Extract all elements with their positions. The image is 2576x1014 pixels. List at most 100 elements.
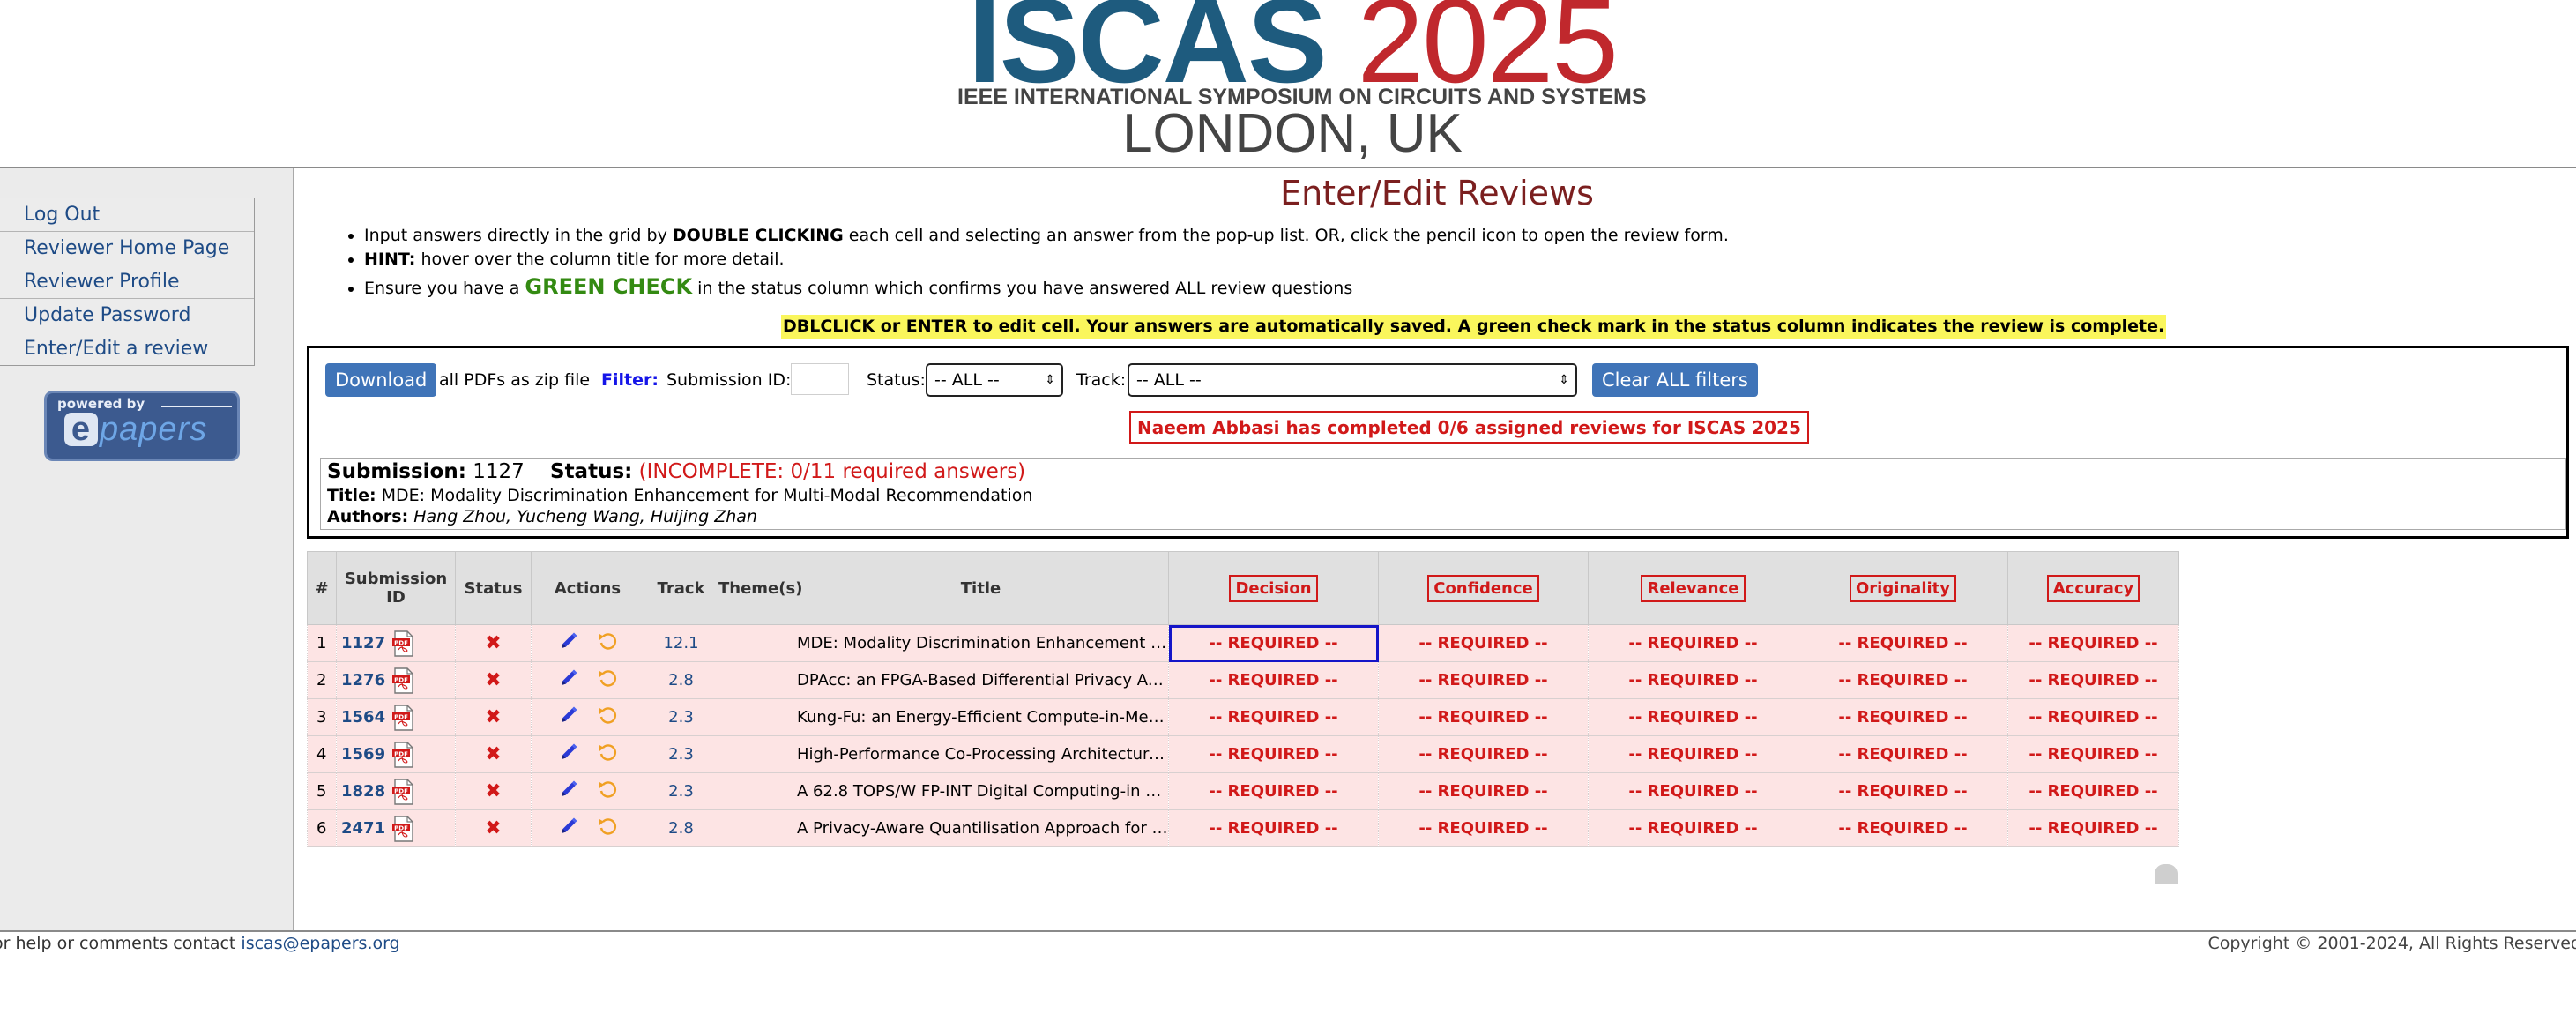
svg-text:PDF: PDF — [394, 750, 408, 757]
reset-undo-icon[interactable] — [598, 631, 617, 655]
decision-cell[interactable]: -- REQUIRED -- — [1168, 661, 1379, 699]
accuracy-cell[interactable]: -- REQUIRED -- — [2007, 735, 2179, 773]
edit-pencil-icon[interactable] — [559, 779, 578, 803]
edit-pencil-icon[interactable] — [559, 705, 578, 729]
pdf-icon[interactable]: PDF — [385, 741, 415, 768]
sidebar-item-enter-edit-review[interactable]: Enter/Edit a review — [0, 332, 254, 365]
accuracy-cell[interactable]: -- REQUIRED -- — [2007, 624, 2179, 662]
col-header-actions[interactable]: Actions — [531, 551, 644, 625]
col-header-relevance[interactable]: Relevance — [1588, 551, 1798, 625]
table-row[interactable]: 2 1276 PDF ✖ 2.8 DPAcc: an FPGA-Based Differe… — [307, 661, 2179, 699]
submission-id-cell: 1127 PDF — [336, 624, 456, 662]
select-arrows-icon: ⇕ — [1045, 373, 1055, 387]
col-header-accuracy[interactable]: Accuracy — [2007, 551, 2179, 625]
pdf-icon[interactable]: PDF — [385, 630, 415, 657]
confidence-cell[interactable]: -- REQUIRED -- — [1378, 624, 1589, 662]
submission-id-value: 1127 — [473, 460, 525, 483]
col-header-number[interactable]: # — [307, 551, 337, 625]
relevance-cell[interactable]: -- REQUIRED -- — [1588, 624, 1798, 662]
table-row[interactable]: 3 1564 PDF ✖ 2.3 Kung-Fu: an Energy-Efficient… — [307, 698, 2179, 736]
originality-cell[interactable]: -- REQUIRED -- — [1798, 772, 2008, 810]
help-email-link[interactable]: iscas@epapers.org — [241, 934, 399, 953]
submission-id-link[interactable]: 1276 — [341, 671, 385, 690]
col-header-title[interactable]: Title — [793, 551, 1169, 625]
reset-undo-icon[interactable] — [598, 668, 617, 692]
track-select[interactable]: -- ALL -- ⇕ — [1128, 363, 1577, 397]
edit-pencil-icon[interactable] — [559, 668, 578, 692]
accuracy-cell[interactable]: -- REQUIRED -- — [2007, 661, 2179, 699]
svg-text:PDF: PDF — [394, 713, 408, 720]
table-row[interactable]: 4 1569 PDF ✖ 2.3 High-Performance Co-Processi… — [307, 735, 2179, 773]
col-header-submission-id[interactable]: Submission ID — [336, 551, 456, 625]
edit-pencil-icon[interactable] — [559, 742, 578, 766]
decision-cell[interactable]: -- REQUIRED -- — [1168, 698, 1379, 736]
col-header-themes[interactable]: Theme(s) — [718, 551, 802, 625]
submission-id-link[interactable]: 1569 — [341, 745, 385, 764]
accuracy-cell[interactable]: -- REQUIRED -- — [2007, 698, 2179, 736]
submission-id-link[interactable]: 1127 — [341, 634, 385, 652]
reset-undo-icon[interactable] — [598, 779, 617, 803]
grid-scrollbar[interactable] — [2155, 864, 2178, 884]
page-title: Enter/Edit Reviews — [1280, 174, 1594, 212]
download-button[interactable]: Download — [325, 363, 437, 397]
actions-cell — [531, 624, 644, 662]
pdf-icon[interactable]: PDF — [385, 667, 415, 694]
relevance-cell[interactable]: -- REQUIRED -- — [1588, 661, 1798, 699]
reset-undo-icon[interactable] — [598, 742, 617, 766]
edit-pencil-icon[interactable] — [559, 631, 578, 655]
instructions-list: Input answers directly in the grid by DO… — [305, 224, 2180, 302]
originality-cell[interactable]: -- REQUIRED -- — [1798, 661, 2008, 699]
col-header-track[interactable]: Track — [644, 551, 718, 625]
submission-id-link[interactable]: 2471 — [341, 819, 385, 838]
decision-cell[interactable]: -- REQUIRED -- — [1168, 809, 1379, 847]
sidebar-item-log-out[interactable]: Log Out — [0, 198, 254, 232]
confidence-cell[interactable]: -- REQUIRED -- — [1378, 735, 1589, 773]
col-header-originality[interactable]: Originality — [1798, 551, 2008, 625]
relevance-cell[interactable]: -- REQUIRED -- — [1588, 735, 1798, 773]
accuracy-cell[interactable]: -- REQUIRED -- — [2007, 809, 2179, 847]
submission-id-input[interactable] — [791, 363, 849, 395]
relevance-cell[interactable]: -- REQUIRED -- — [1588, 698, 1798, 736]
table-row[interactable]: 1 1127 PDF ✖ 12.1 MDE: Modality Discriminatio… — [307, 624, 2179, 662]
track-cell: 2.3 — [644, 735, 718, 773]
confidence-cell[interactable]: -- REQUIRED -- — [1378, 809, 1589, 847]
confidence-cell[interactable]: -- REQUIRED -- — [1378, 772, 1589, 810]
originality-cell[interactable]: -- REQUIRED -- — [1798, 809, 2008, 847]
reset-undo-icon[interactable] — [598, 816, 617, 840]
submission-id-link[interactable]: 1828 — [341, 782, 385, 801]
confidence-cell[interactable]: -- REQUIRED -- — [1378, 698, 1589, 736]
col-header-confidence[interactable]: Confidence — [1378, 551, 1589, 625]
pdf-icon[interactable]: PDF — [385, 815, 415, 842]
title-cell: High-Performance Co-Processing Architect… — [793, 735, 1169, 773]
logo-city: LONDON, UK — [1122, 103, 1463, 164]
status-cell: ✖ — [455, 698, 532, 736]
originality-cell[interactable]: -- REQUIRED -- — [1798, 698, 2008, 736]
col-header-status[interactable]: Status — [455, 551, 532, 625]
sidebar-item-reviewer-home[interactable]: Reviewer Home Page — [0, 232, 254, 265]
instruction-text: Input answers directly in the grid by — [364, 226, 673, 245]
table-row[interactable]: 6 2471 PDF ✖ 2.8 A Privacy-Aware Quantilisati… — [307, 809, 2179, 847]
status-select[interactable]: -- ALL -- ⇕ — [926, 363, 1063, 397]
table-row[interactable]: 5 1828 PDF ✖ 2.3 A 62.8 TOPS/W FP-INT Digital… — [307, 772, 2179, 810]
submission-id-link[interactable]: 1564 — [341, 708, 385, 727]
sidebar-item-update-password[interactable]: Update Password — [0, 299, 254, 332]
edit-pencil-icon[interactable] — [559, 816, 578, 840]
relevance-cell[interactable]: -- REQUIRED -- — [1588, 772, 1798, 810]
decision-cell[interactable]: -- REQUIRED -- — [1168, 735, 1379, 773]
powered-by-epapers-logo[interactable]: powered by e papers — [44, 391, 240, 461]
col-header-decision[interactable]: Decision — [1168, 551, 1379, 625]
clear-filters-button[interactable]: Clear ALL filters — [1592, 363, 1758, 397]
relevance-cell[interactable]: -- REQUIRED -- — [1588, 809, 1798, 847]
sidebar-item-reviewer-profile[interactable]: Reviewer Profile — [0, 265, 254, 299]
decision-cell[interactable]: -- REQUIRED -- — [1168, 772, 1379, 810]
logo-divider — [161, 406, 232, 407]
pdf-icon[interactable]: PDF — [385, 778, 415, 805]
originality-cell[interactable]: -- REQUIRED -- — [1798, 624, 2008, 662]
confidence-cell[interactable]: -- REQUIRED -- — [1378, 661, 1589, 699]
pdf-icon[interactable]: PDF — [385, 704, 415, 731]
decision-cell[interactable]: -- REQUIRED -- — [1168, 624, 1379, 662]
accuracy-cell[interactable]: -- REQUIRED -- — [2007, 772, 2179, 810]
relevance-header-label: Relevance — [1641, 574, 1746, 602]
reset-undo-icon[interactable] — [598, 705, 617, 729]
originality-cell[interactable]: -- REQUIRED -- — [1798, 735, 2008, 773]
